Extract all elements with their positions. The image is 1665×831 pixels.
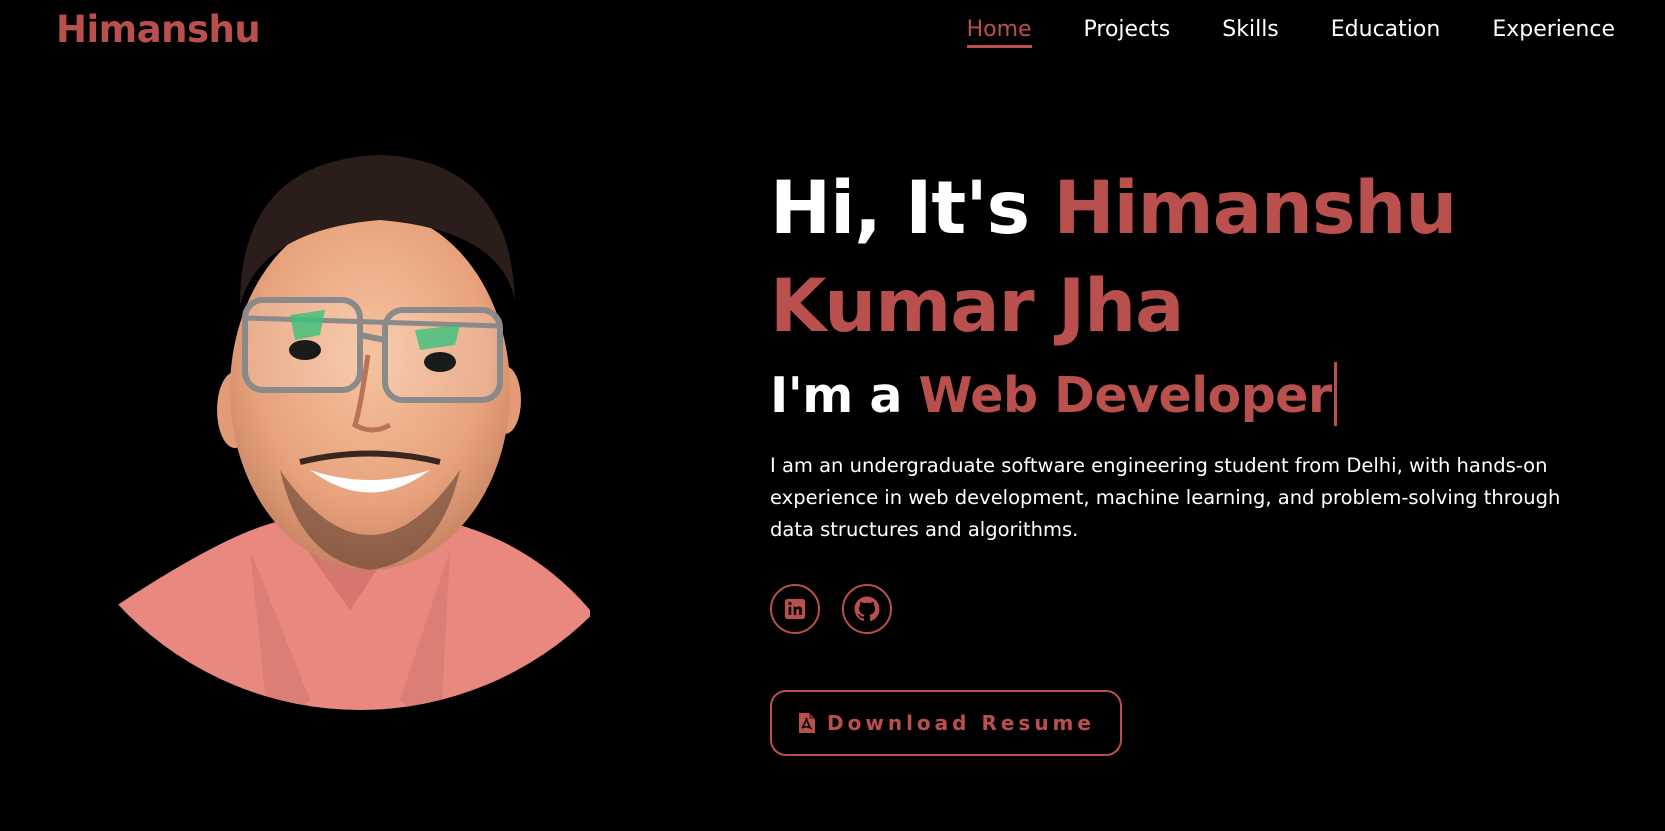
typing-cursor: [1333, 362, 1337, 426]
profile-photo: [110, 140, 590, 760]
linkedin-button[interactable]: [770, 584, 820, 634]
nav-link-experience[interactable]: Experience: [1492, 17, 1615, 45]
hero-section: Hi, It's Himanshu Kumar Jha I'm a Web De…: [770, 160, 1630, 756]
hero-greeting: Hi, It's: [770, 166, 1054, 251]
hero-description: I am an undergraduate software engineeri…: [770, 454, 1561, 541]
hero-name-last: Kumar Jha: [770, 264, 1184, 349]
linkedin-icon: [784, 598, 806, 620]
site-logo[interactable]: Himanshu: [56, 8, 261, 51]
profile-photo-illustration: [110, 155, 590, 710]
nav-link-projects[interactable]: Projects: [1084, 17, 1171, 45]
pdf-file-icon: [799, 713, 816, 733]
nav-link-skills[interactable]: Skills: [1222, 17, 1279, 45]
main-nav: Home Projects Skills Education Experienc…: [915, 17, 1615, 48]
github-icon: [854, 596, 880, 622]
hero-role-text: Web Developer: [918, 367, 1332, 424]
hero-role-prefix: I'm a: [770, 367, 919, 424]
github-button[interactable]: [842, 584, 892, 634]
hero-name-first: Himanshu: [1053, 166, 1458, 251]
social-links: [770, 584, 1630, 634]
nav-link-home[interactable]: Home: [966, 17, 1032, 48]
download-resume-label: Download Resume: [827, 711, 1095, 735]
hero-title: Hi, It's Himanshu Kumar Jha: [770, 160, 1630, 356]
hero-role: I'm a Web Developer: [770, 362, 1630, 428]
nav-link-education[interactable]: Education: [1331, 17, 1441, 45]
download-resume-button[interactable]: Download Resume: [770, 690, 1122, 756]
